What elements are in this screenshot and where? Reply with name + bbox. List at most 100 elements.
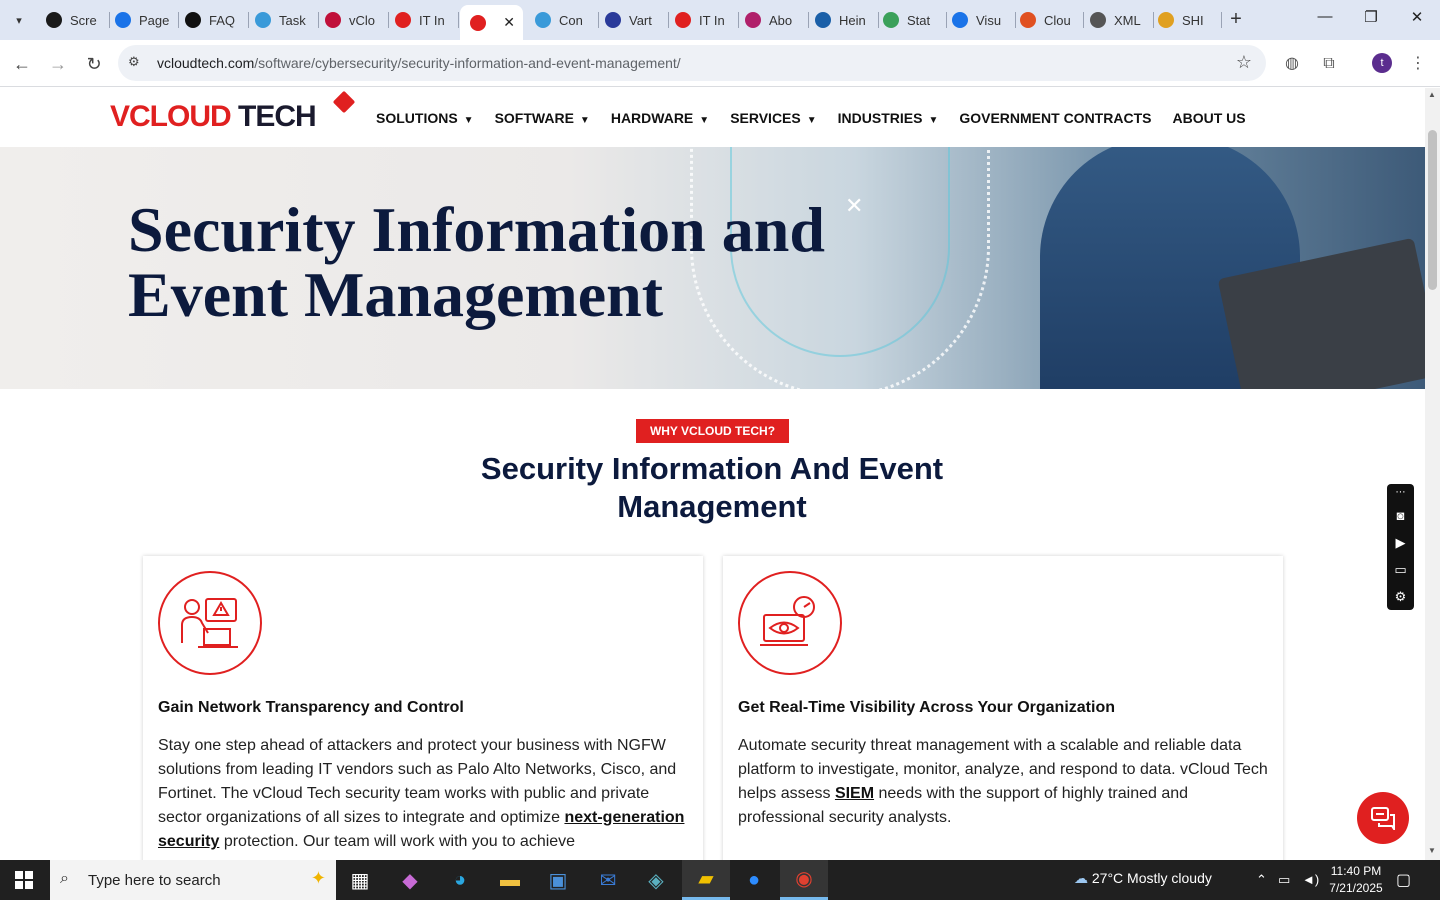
tab-label: Con [559,12,583,28]
tab-label: Task [279,12,306,28]
chat-bubbles-icon [1371,807,1395,830]
browser-tab[interactable]: ✕ [460,5,523,40]
tab-separator [946,12,947,28]
start-button[interactable] [0,860,48,900]
browser-tab[interactable]: Visu [952,8,1016,32]
widget-menu-icon[interactable]: ⋯ [1387,484,1414,502]
task-view-icon[interactable]: ▦ [336,860,384,900]
scroll-down-arrow-icon[interactable]: ▼ [1428,846,1436,855]
address-bar[interactable]: ⚙ vcloudtech.com/software/cybersecurity/… [118,45,1266,81]
tab-label: Scre [70,12,97,28]
tab-close-icon[interactable]: ✕ [503,14,515,31]
browser-tab[interactable]: Abo [745,8,809,32]
nav-item-label: INDUSTRIES [837,110,923,126]
chrome-icon[interactable]: ◉ [780,860,828,900]
tray-chevron-icon[interactable]: ⌃ [1256,872,1267,888]
tab-label: Visu [976,12,1002,28]
notifications-icon[interactable]: ▢ [1396,870,1411,890]
store-icon[interactable]: ▣ [534,860,582,900]
tab-favicon-icon [46,12,62,28]
tab-favicon-icon [535,12,551,28]
volume-icon[interactable]: ◄) [1302,872,1319,887]
network-icon[interactable]: ▭ [1278,872,1290,888]
nav-item[interactable]: GOVERNMENT CONTRACTS [959,110,1151,126]
tab-label: Vart [629,12,652,28]
nav-item[interactable]: HARDWARE ▼ [611,110,709,126]
browser-tab[interactable]: XML [1090,8,1154,32]
browser-tab[interactable]: Page [115,8,179,32]
scrollbar-thumb[interactable] [1428,130,1437,290]
browser-tab[interactable]: IT In [395,8,459,32]
tab-favicon-icon [952,12,968,28]
browser-tab[interactable]: SHI [1158,8,1222,32]
screen-capture-widget: ⋯ ◙ ▶ ▭ ⚙ [1387,484,1414,610]
copilot-icon[interactable]: ◆ [386,860,434,900]
browser-tab[interactable]: Task [255,8,319,32]
tab-search-button[interactable]: ▾ [6,7,32,33]
scroll-up-arrow-icon[interactable]: ▲ [1428,90,1436,99]
siem-link[interactable]: SIEM [835,785,874,802]
menu-kebab-icon[interactable]: ⋮ [1406,52,1430,76]
clock[interactable]: 11:40 PM 7/21/2025 [1326,863,1386,897]
tab-separator [458,12,459,28]
web-page: VCLOUD TECH SOLUTIONS ▼ SOFTWARE ▼ HARDWARE ▼… [0,88,1425,860]
tab-label: Stat [907,12,931,28]
weather-widget[interactable]: ☁ 27°C Mostly cloudy [1074,870,1212,887]
minimize-button[interactable]: — [1310,8,1340,25]
browser-tab[interactable]: Hein [815,8,879,32]
tab-label: Hein [839,12,866,28]
nav-item[interactable]: SERVICES ▼ [730,110,816,126]
network-alert-icon [158,571,262,675]
nav-item[interactable]: INDUSTRIES ▼ [838,110,939,126]
close-window-button[interactable]: ✕ [1402,8,1432,26]
maximize-button[interactable]: ❐ [1356,8,1386,26]
new-tab-button[interactable]: + [1224,8,1248,31]
nav-item[interactable]: SOFTWARE ▼ [495,110,590,126]
tab-label: XML [1114,12,1141,28]
browser-tab[interactable]: Clou [1020,8,1084,32]
camera-icon[interactable]: ◙ [1387,502,1414,529]
sticky-notes-icon[interactable]: ▰ [682,860,730,900]
hero-title: Security Information and Event Managemen… [128,194,825,330]
browser-tab[interactable]: Scre [46,8,110,32]
url-text[interactable]: vcloudtech.com/software/cybersecurity/se… [157,55,681,71]
tab-label: Abo [769,12,793,28]
video-camera-icon[interactable]: ▶ [1387,529,1414,556]
browser-tab[interactable]: Vart [605,8,669,32]
tab-label: FAQ [209,12,236,28]
search-icon: ⌕ [60,870,69,887]
caret-down-icon: ▼ [579,115,590,126]
site-info-icon[interactable]: ⚙ [128,54,140,70]
chat-button[interactable] [1357,792,1409,844]
mail-icon[interactable]: ✉ [584,860,632,900]
bookmark-star-icon[interactable]: ☆ [1236,52,1252,73]
tab-separator [1153,12,1154,28]
edge-icon[interactable]: ◕ [436,860,484,900]
app-diamond-icon[interactable]: ◈ [632,860,680,900]
caret-down-icon: ▼ [928,115,939,126]
nav-item[interactable]: ABOUT US [1172,110,1245,126]
site-logo[interactable]: VCLOUD TECH [110,90,356,134]
file-explorer-icon[interactable]: ▬ [486,860,534,900]
translate-icon[interactable]: ◍ [1280,52,1304,76]
settings-gear-icon[interactable]: ⚙ [1387,583,1414,610]
extensions-icon[interactable]: ⧉ [1317,52,1341,76]
tab-favicon-icon [1090,12,1106,28]
page-scrollbar[interactable]: ▲ ▼ [1425,88,1440,860]
zoom-icon[interactable]: ● [730,860,778,900]
tab-favicon-icon [325,12,341,28]
browser-tab[interactable]: IT In [675,8,739,32]
browser-tab[interactable]: FAQ [185,8,249,32]
nav-item[interactable]: SOLUTIONS ▼ [376,110,474,126]
forward-button[interactable]: → [46,52,70,76]
browser-tab[interactable]: Con [535,8,599,32]
browser-tab[interactable]: vClo [325,8,389,32]
browser-tab[interactable]: Stat [883,8,947,32]
nav-item-label: HARDWARE [610,110,694,126]
profile-avatar[interactable]: t [1372,53,1392,73]
reload-button[interactable]: ↻ [82,52,106,76]
back-button[interactable]: ← [10,52,34,76]
card-body: Stay one step ahead of attackers and pro… [158,737,685,850]
window-capture-icon[interactable]: ▭ [1387,556,1414,583]
taskbar-search[interactable]: ⌕ Type here to search ✦ [50,860,336,900]
